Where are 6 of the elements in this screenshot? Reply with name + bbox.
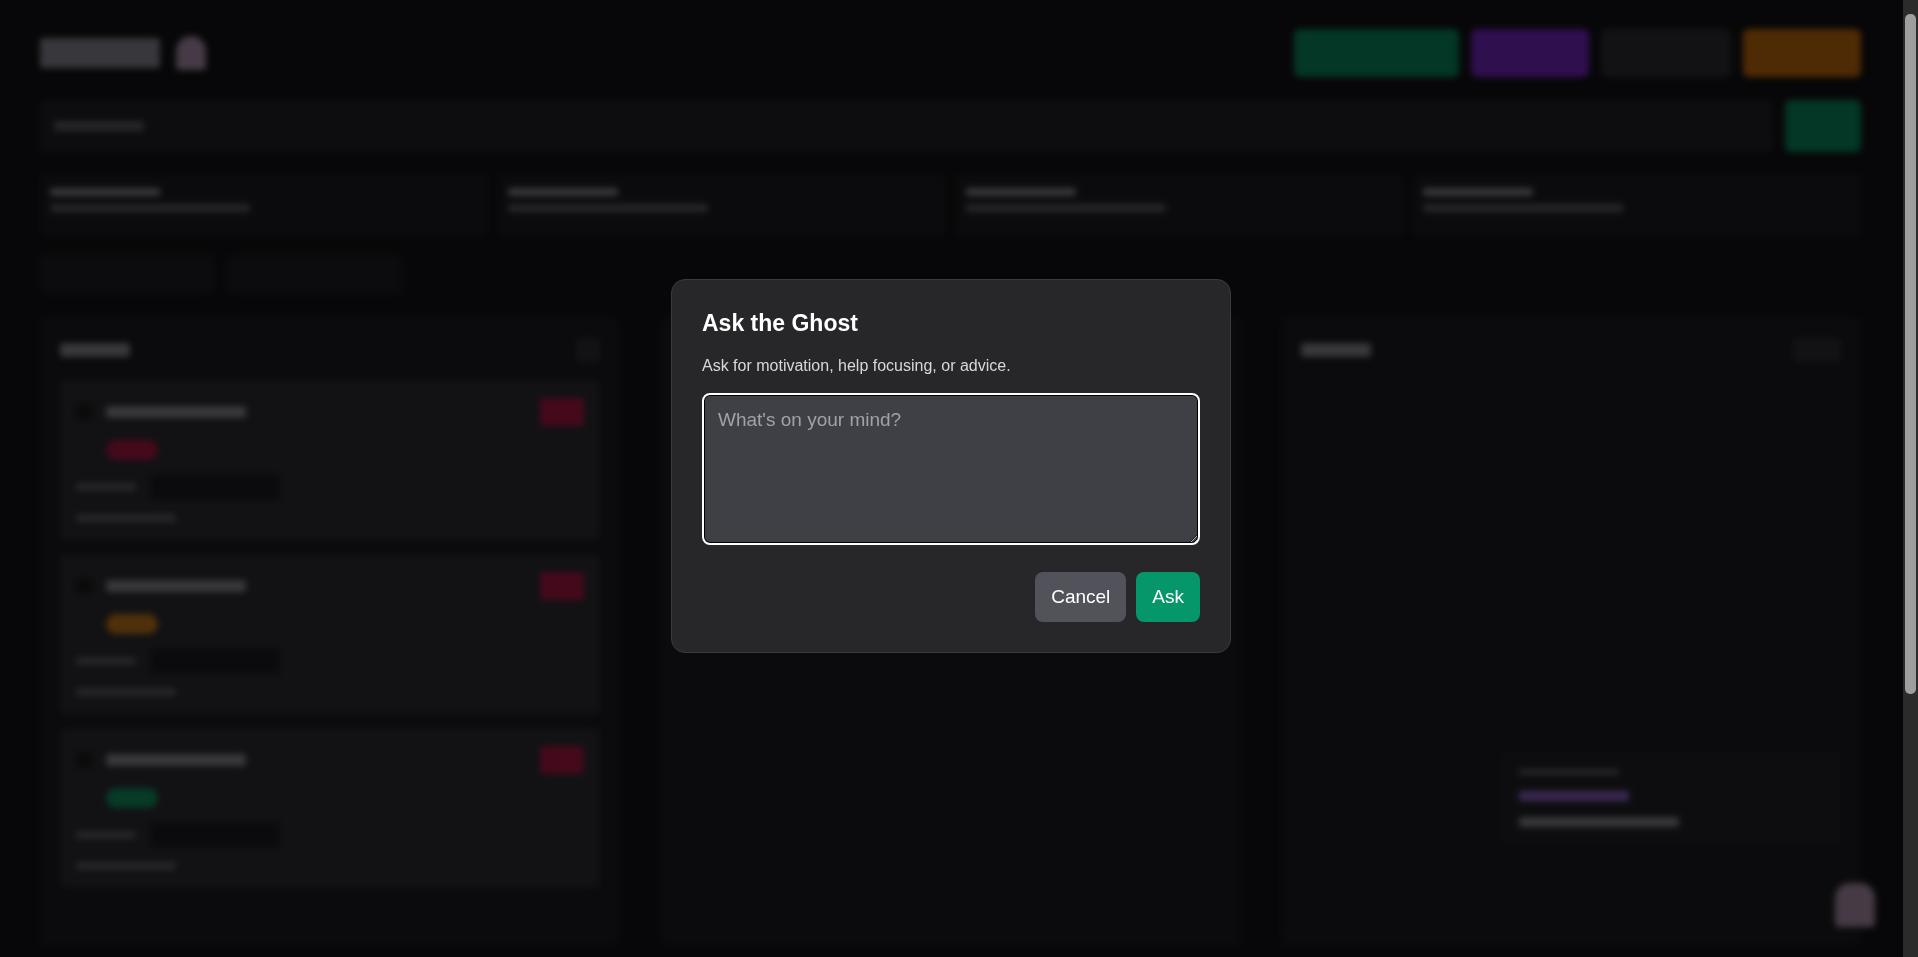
question-field[interactable]: What's on your mind? (702, 393, 1200, 545)
scrollbar[interactable] (1903, 0, 1918, 957)
dialog-description: Ask for motivation, help focusing, or advice. (702, 357, 1012, 375)
ask-button[interactable]: Ask (1136, 572, 1200, 622)
dialog-title: Ask the Ghost (702, 310, 859, 337)
cancel-button[interactable]: Cancel (1035, 572, 1127, 622)
